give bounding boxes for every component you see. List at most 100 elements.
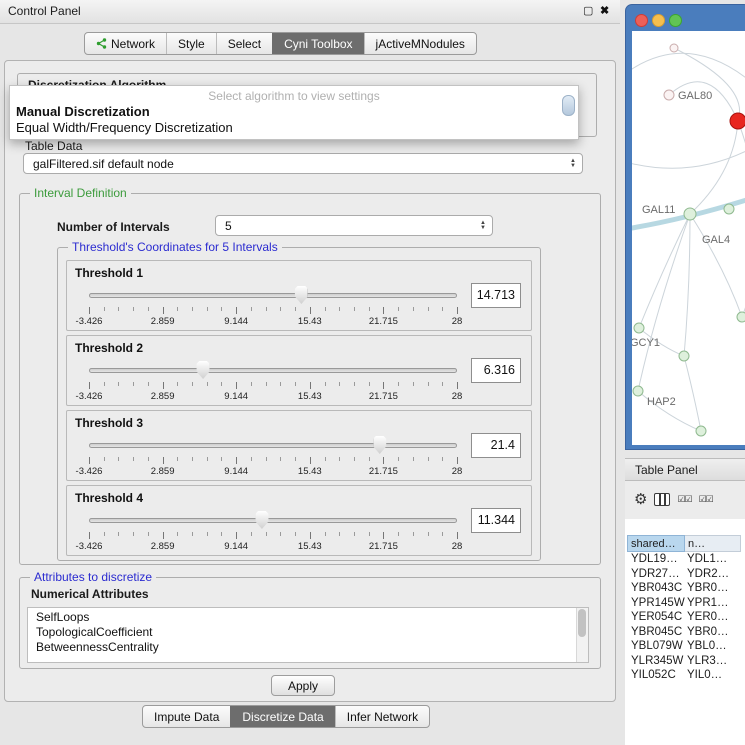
- network-node[interactable]: [670, 44, 678, 52]
- threshold-value-field[interactable]: 14.713: [471, 283, 521, 308]
- table-panel-title: Table Panel: [635, 463, 745, 477]
- network-node[interactable]: [737, 312, 745, 322]
- slider-thumb[interactable]: [295, 286, 308, 304]
- network-node[interactable]: [633, 386, 643, 396]
- column-header-shared-name[interactable]: shared…: [627, 535, 685, 552]
- table-cell[interactable]: YDR27…: [627, 567, 687, 582]
- minimize-traffic-light[interactable]: [652, 14, 665, 27]
- algorithm-dropdown-list: Select algorithm to view settings Manual…: [9, 85, 579, 140]
- network-node[interactable]: [724, 204, 734, 214]
- threshold-value-field[interactable]: 21.4: [471, 433, 521, 458]
- table-cell[interactable]: YBR0…: [687, 625, 745, 640]
- table-row[interactable]: YDR27…YDR2…: [627, 567, 745, 582]
- table-row[interactable]: YBR045CYBR0…: [627, 625, 745, 640]
- attribute-list-item[interactable]: BetweennessCentrality: [28, 640, 575, 655]
- tab-style[interactable]: Style: [166, 33, 216, 54]
- table-cell[interactable]: YDR2…: [687, 567, 745, 582]
- table-cell[interactable]: YLR345W: [627, 654, 687, 669]
- number-of-intervals-combobox[interactable]: 5 ▲ ▼: [215, 215, 493, 236]
- table-panel-titlebar: Table Panel: [625, 458, 745, 481]
- threshold-slider[interactable]: -3.4262.8599.14415.4321.71528: [89, 510, 457, 554]
- columns-icon[interactable]: [654, 493, 670, 506]
- threshold-slider[interactable]: -3.4262.8599.14415.4321.71528: [89, 360, 457, 404]
- attribute-list-item[interactable]: SelfLoops: [28, 610, 575, 625]
- tab-cyni-toolbox[interactable]: Cyni Toolbox: [272, 33, 363, 54]
- table-cell[interactable]: YDL19…: [627, 552, 687, 567]
- slider-thumb[interactable]: [373, 436, 386, 454]
- threshold-row: Threshold 1-3.4262.8599.14415.4321.71528…: [66, 260, 532, 331]
- table-cell[interactable]: YBR043C: [627, 581, 687, 596]
- table-cell[interactable]: YLR3…: [687, 654, 745, 669]
- table-row[interactable]: YPR145WYPR1…: [627, 596, 745, 611]
- tab-impute-data[interactable]: Impute Data: [143, 706, 230, 727]
- table-row[interactable]: YLR345WYLR3…: [627, 654, 745, 669]
- network-node[interactable]: [634, 323, 644, 333]
- table-row[interactable]: YIL052CYIL0…: [627, 668, 745, 683]
- table-cell[interactable]: YBR0…: [687, 581, 745, 596]
- float-window-icon[interactable]: ▢: [583, 4, 593, 17]
- apply-button[interactable]: Apply: [271, 675, 335, 696]
- tab-discretize-data[interactable]: Discretize Data: [230, 706, 334, 727]
- network-node[interactable]: [664, 90, 674, 100]
- threshold-value-field[interactable]: 11.344: [471, 508, 521, 533]
- dropdown-option-manual-discretization[interactable]: Manual Discretization: [10, 104, 578, 120]
- close-icon[interactable]: ✖: [600, 4, 609, 17]
- table-cell[interactable]: YPR1…: [687, 596, 745, 611]
- table-cell[interactable]: YER054C: [627, 610, 687, 625]
- scale-label: 9.144: [224, 466, 248, 477]
- tab-select[interactable]: Select: [216, 33, 272, 54]
- threshold-rows: Threshold 1-3.4262.8599.14415.4321.71528…: [66, 260, 532, 556]
- table-data-combobox[interactable]: galFiltered.sif default node ▲ ▼: [23, 153, 583, 174]
- table-row[interactable]: YER054CYER0…: [627, 610, 745, 625]
- table-cell[interactable]: YBL079W: [627, 639, 687, 654]
- scale-label: 21.715: [369, 541, 398, 552]
- table-cell[interactable]: YBL0…: [687, 639, 745, 654]
- tab-network[interactable]: Network: [85, 33, 166, 54]
- combobox-stepper-icon: ▲ ▼: [570, 159, 576, 169]
- table-cell[interactable]: YDL1…: [687, 552, 745, 567]
- attributes-scrollbar[interactable]: [576, 608, 588, 662]
- table-row[interactable]: YBR043CYBR0…: [627, 581, 745, 596]
- cyni-toolbox-panel: Discretization Algorithm Select algorith…: [4, 60, 616, 702]
- table-row[interactable]: YDL19…YDL1…: [627, 552, 745, 567]
- network-node[interactable]: [696, 426, 706, 436]
- scale-label: -3.426: [76, 541, 103, 552]
- tab-jactivemnodules[interactable]: jActiveMNodules: [364, 33, 476, 54]
- slider-track[interactable]: [89, 293, 457, 298]
- table-cell[interactable]: YBR045C: [627, 625, 687, 640]
- zoom-traffic-light[interactable]: [669, 14, 682, 27]
- table-cell[interactable]: YPR145W: [627, 596, 687, 611]
- slider-scale-labels: -3.4262.8599.14415.4321.71528: [89, 466, 457, 477]
- table-cell[interactable]: YIL0…: [687, 668, 745, 683]
- network-canvas[interactable]: GAL80 GAL11 GAL4 GCY1 HAP2: [632, 31, 745, 445]
- network-node-selected-red[interactable]: [730, 113, 745, 129]
- slider-track[interactable]: [89, 443, 457, 448]
- select-rows-icon[interactable]: ☑☑: [699, 494, 713, 505]
- scrollbar-thumb[interactable]: [578, 609, 586, 637]
- column-header-name[interactable]: n…: [685, 535, 741, 552]
- slider-track[interactable]: [89, 518, 457, 523]
- slider-thumb[interactable]: [197, 361, 210, 379]
- gear-icon[interactable]: ⚙: [634, 492, 647, 507]
- threshold-slider[interactable]: -3.4262.8599.14415.4321.71528: [89, 285, 457, 329]
- network-node[interactable]: [684, 208, 696, 220]
- slider-thumb[interactable]: [255, 511, 268, 529]
- attribute-list-item[interactable]: TopologicalCoefficient: [28, 625, 575, 640]
- dropdown-scrollbar-thumb[interactable]: [562, 95, 575, 116]
- tab-infer-network[interactable]: Infer Network: [335, 706, 429, 727]
- slider-track[interactable]: [89, 368, 457, 373]
- table-cell[interactable]: YER0…: [687, 610, 745, 625]
- tab-label: Style: [178, 37, 205, 51]
- table-cell[interactable]: YIL052C: [627, 668, 687, 683]
- scale-label: 21.715: [369, 391, 398, 402]
- threshold-slider[interactable]: -3.4262.8599.14415.4321.71528: [89, 435, 457, 479]
- table-row[interactable]: YBL079WYBL0…: [627, 639, 745, 654]
- dropdown-option-equal-width-frequency[interactable]: Equal Width/Frequency Discretization: [10, 120, 578, 136]
- select-columns-icon[interactable]: ☑☑: [677, 494, 691, 505]
- scale-label: 2.859: [151, 391, 175, 402]
- threshold-value-field[interactable]: 6.316: [471, 358, 521, 383]
- close-traffic-light[interactable]: [635, 14, 648, 27]
- scale-label: 2.859: [151, 316, 175, 327]
- network-node[interactable]: [679, 351, 689, 361]
- network-tab-icon: [96, 38, 107, 49]
